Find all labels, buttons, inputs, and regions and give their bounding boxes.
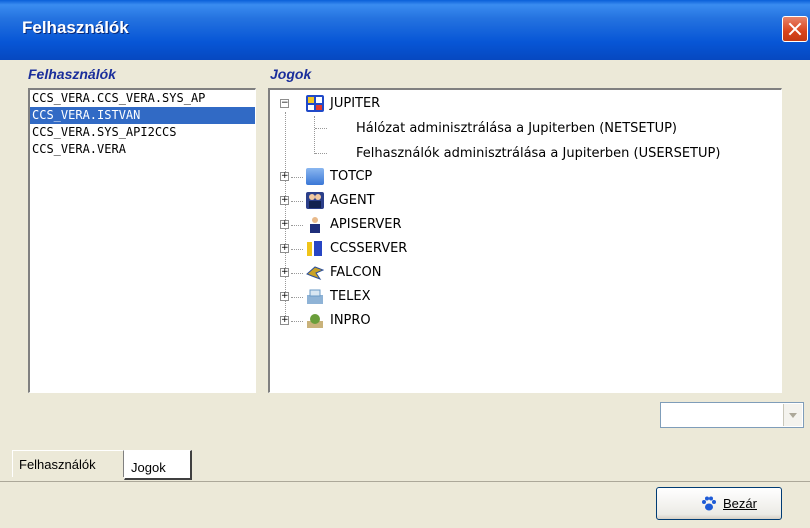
tree-node-label: TOTCP (330, 169, 373, 184)
tree-node-label: AGENT (330, 193, 375, 208)
rights-heading: Jogok (270, 66, 312, 82)
agent-icon (306, 192, 324, 209)
tree-node-label: CCSSERVER (330, 241, 408, 256)
tree-node-falcon[interactable]: + FALCON (270, 263, 570, 283)
tree-node-label: Felhasználók adminisztrálása a Jupiterbe… (356, 146, 721, 161)
tab-felhasznalok[interactable]: Felhasználók (12, 450, 124, 477)
expand-icon[interactable]: + (280, 196, 289, 205)
inpro-icon (306, 312, 324, 329)
dialog-window: Felhasználók Felhasználók Jogok CCS_VERA… (0, 0, 810, 528)
tree-node-label: FALCON (330, 265, 382, 280)
title-bar[interactable]: Felhasználók (0, 0, 810, 60)
tree-node-agent[interactable]: + AGENT (270, 191, 570, 211)
close-button-label: Bezár (723, 496, 757, 511)
expand-icon[interactable]: + (280, 292, 289, 301)
tree-leaf-usersetup[interactable]: Felhasználók adminisztrálása a Jupiterbe… (270, 144, 770, 164)
tree-node-apiserver[interactable]: + APISERVER (270, 215, 570, 235)
tree-node-jupiter[interactable]: − JUPITER (270, 94, 770, 114)
users-heading: Felhasználók (28, 66, 116, 82)
telex-icon (306, 288, 324, 305)
tab-strip: Felhasználók Jogok (0, 450, 810, 480)
tree-node-totcp[interactable]: + TOTCP (270, 167, 570, 187)
close-button[interactable]: Bezár (656, 487, 782, 520)
expand-icon[interactable]: + (280, 268, 289, 277)
falcon-icon (306, 264, 325, 281)
tree-node-label: Hálózat adminisztrálása a Jupiterben (NE… (356, 121, 678, 136)
tree-leaf-netsetup[interactable]: Hálózat adminisztrálása a Jupiterben (NE… (270, 119, 770, 139)
tree-node-ccsserver[interactable]: + CCSSERVER (270, 239, 570, 259)
list-item[interactable]: CCS_VERA.CCS_VERA.SYS_AP (30, 90, 255, 107)
close-window-icon[interactable] (782, 16, 808, 42)
jupiter-icon (306, 95, 324, 112)
tree-node-label: TELEX (330, 289, 371, 304)
users-listbox[interactable]: CCS_VERA.CCS_VERA.SYS_AP CCS_VERA.ISTVAN… (28, 88, 256, 393)
tree-node-label: INPRO (330, 313, 371, 328)
tab-jogok[interactable]: Jogok (124, 450, 192, 480)
chevron-down-icon[interactable] (783, 404, 802, 426)
expand-icon[interactable]: + (280, 244, 289, 253)
expand-icon[interactable]: + (280, 172, 289, 181)
filter-combobox[interactable] (660, 402, 804, 428)
tree-node-inpro[interactable]: + INPRO (270, 311, 570, 331)
tree-node-label: JUPITER (330, 96, 381, 111)
tree-node-label: APISERVER (330, 217, 402, 232)
list-item-selected[interactable]: CCS_VERA.ISTVAN (30, 107, 255, 124)
collapse-icon[interactable]: − (280, 99, 289, 108)
rights-tree[interactable]: − JUPITER Hálózat adminisztrálása a Jupi… (268, 88, 782, 393)
divider (0, 481, 810, 482)
apiserver-icon (306, 216, 324, 233)
expand-icon[interactable]: + (280, 316, 289, 325)
paw-icon (701, 496, 717, 512)
list-item[interactable]: CCS_VERA.VERA (30, 141, 255, 158)
list-item[interactable]: CCS_VERA.SYS_API2CCS (30, 124, 255, 141)
tree-node-telex[interactable]: + TELEX (270, 287, 570, 307)
expand-icon[interactable]: + (280, 220, 289, 229)
window-title: Felhasználók (22, 18, 129, 37)
ccsserver-icon (306, 240, 324, 257)
totcp-icon (306, 168, 324, 185)
